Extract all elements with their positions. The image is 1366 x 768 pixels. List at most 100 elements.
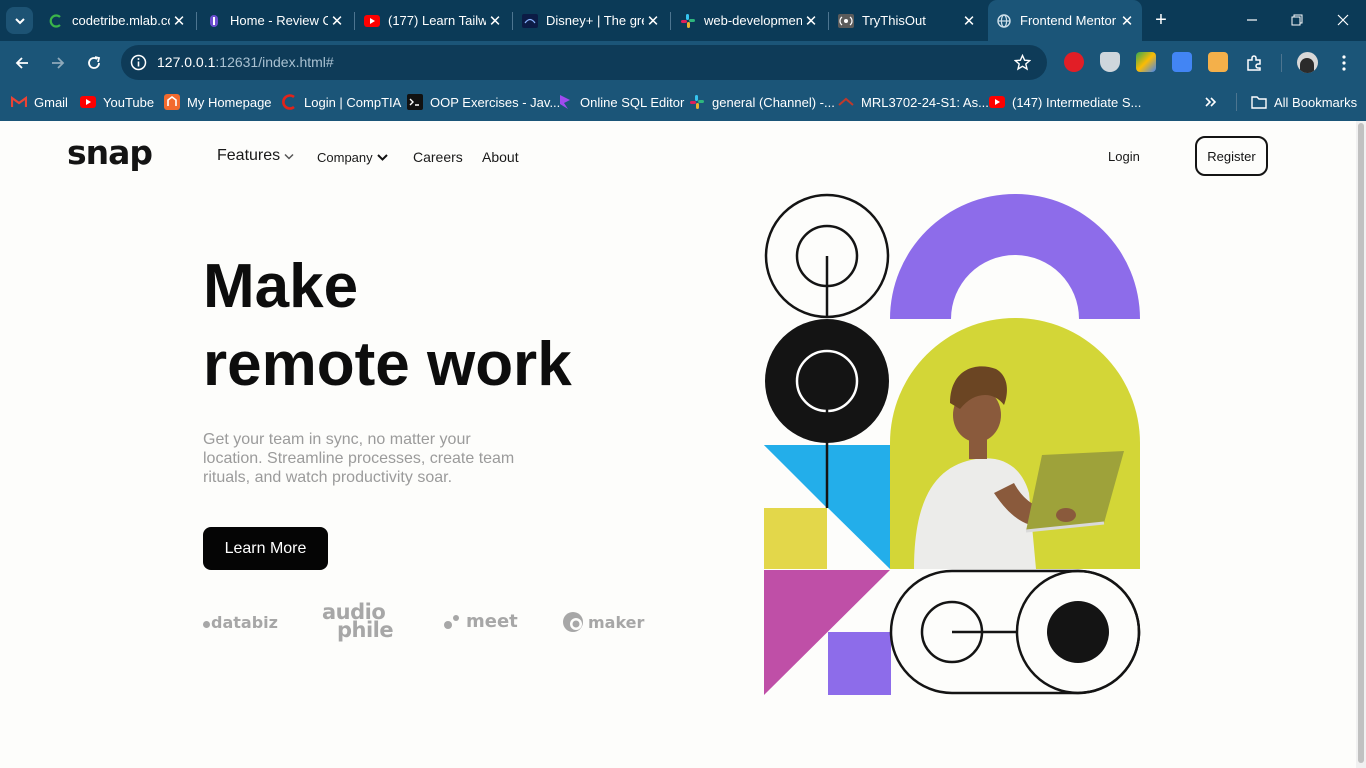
close-icon[interactable]: ✕ [170,12,188,30]
tab-learn-tailwind[interactable]: (177) Learn Tailwi ✕ [356,7,510,34]
nav-careers-label: Careers [413,149,463,165]
bookmark-label: All Bookmarks [1274,94,1358,110]
close-icon[interactable]: ✕ [486,12,504,30]
page-scrollbar[interactable] [1356,121,1366,768]
restore-button[interactable] [1285,8,1309,32]
close-window-button[interactable] [1331,8,1355,32]
bookmark-youtube[interactable]: YouTube [80,92,154,112]
tab-trythisout[interactable]: TryThisOut ✕ [830,7,984,34]
shield-extension-icon[interactable] [1100,52,1120,72]
comptia-icon [281,94,297,110]
bookmark-gmail[interactable]: Gmail [11,92,68,112]
hero-title: Make remote work [203,248,663,404]
close-icon[interactable]: ✕ [328,12,346,30]
bookmarks-divider [1236,93,1237,111]
broadcast-icon [838,13,854,29]
bookmark-label: My Homepage [187,94,272,110]
toolbox-extension-icon[interactable] [1208,52,1228,72]
bookmark-label: OOP Exercises - Jav... [430,94,561,110]
close-icon[interactable]: ✕ [644,12,662,30]
folder-icon [1251,94,1267,110]
bookmark-label: (147) Intermediate S... [1012,94,1142,110]
youtube-icon [989,94,1005,110]
tab-codetribe[interactable]: codetribe.mlab.co ✕ [40,7,194,34]
bookmark-label: MRL3702-24-S1: As... [861,94,989,110]
bookmark-label: YouTube [103,94,155,110]
tab-title: codetribe.mlab.co [72,13,170,28]
nav-careers[interactable]: Careers [413,149,463,165]
client-databiz-label: databiz [211,613,278,632]
avatar[interactable] [1297,52,1318,73]
browser-menu-button[interactable] [1331,50,1357,76]
site-info-icon[interactable] [130,54,147,71]
client-audiophile-line-2: phile [337,618,394,642]
review-icon [206,13,222,29]
bookmark-intermediate[interactable]: (147) Intermediate S... [989,92,1141,112]
login-link[interactable]: Login [1108,149,1140,164]
adblock-extension-icon[interactable] [1064,52,1084,72]
reload-button[interactable] [81,50,107,76]
site-logo[interactable]: snap [67,133,153,172]
client-logo-databiz: databiz [203,613,278,632]
bookmark-general-channel[interactable]: general (Channel) -... [689,92,835,112]
close-icon[interactable]: ✕ [1118,12,1136,30]
tab-title: TryThisOut [862,13,926,28]
nav-features-label: Features [217,147,281,164]
bookmarks-overflow-button[interactable] [1204,92,1218,112]
register-button[interactable]: Register [1195,136,1268,176]
all-bookmarks-button[interactable]: All Bookmarks [1251,92,1357,112]
nav-company-label: Company [317,150,373,165]
bookmark-mrl3702[interactable]: MRL3702-24-S1: As... [838,92,989,112]
address-bar[interactable]: 127.0.0.1:12631/index.html# [121,45,1047,80]
new-tab-button[interactable]: + [1150,9,1172,31]
bookmark-my-homepage[interactable]: My Homepage [164,92,272,112]
dot-icon [203,620,210,628]
back-button[interactable] [9,50,35,76]
client-maker-label: maker [588,612,645,632]
close-icon[interactable]: ✕ [802,12,820,30]
nav-features[interactable]: Features [217,147,294,165]
tab-review[interactable]: Home - Review Co ✕ [198,7,352,34]
bookmark-comptia[interactable]: Login | CompTIA [281,92,401,112]
tab-divider [828,12,829,30]
hero-title-line-1: Make [203,252,359,321]
person-with-laptop-photo [890,318,1140,569]
learn-more-button[interactable]: Learn More [203,527,328,570]
tab-disney[interactable]: Disney+ | The gre ✕ [514,7,668,34]
nav-company[interactable]: Company [317,150,388,165]
client-logo-maker: maker [562,611,644,633]
hero-illustration [764,193,1141,695]
restore-icon [1291,14,1303,26]
tab-frontend-mentor[interactable]: Frontend Mentor ✕ [988,0,1142,41]
youtube-icon [80,94,96,110]
gmail-icon [11,94,27,110]
tab-strip: codetribe.mlab.co ✕ Home - Review Co ✕ (… [0,0,1366,41]
nav-about[interactable]: About [482,149,519,165]
close-icon [1337,14,1349,26]
translate-extension-icon[interactable] [1172,52,1192,72]
tab-search-button[interactable] [6,7,33,34]
terminal-icon [407,94,423,110]
arrow-left-icon [15,57,28,69]
star-icon[interactable] [1014,54,1031,71]
bookmark-online-sql-editor[interactable]: Online SQL Editor [557,92,684,112]
minimize-button[interactable] [1240,8,1264,32]
scrollbar-thumb[interactable] [1358,123,1364,763]
meet-dots-icon [444,614,459,629]
bookmark-label: Online SQL Editor [580,94,685,110]
forward-button[interactable] [45,50,71,76]
tab-web-development[interactable]: web-developmen ✕ [672,7,826,34]
url-host: 127.0.0.1 [157,54,216,70]
hero-title-line-2: remote work [203,330,572,399]
bookmark-oop-exercises[interactable]: OOP Exercises - Jav... [407,92,560,112]
purple-square-shape [828,632,891,695]
close-icon[interactable]: ✕ [960,12,978,30]
bookmark-label: Gmail [34,94,68,110]
minimize-icon [1247,19,1257,21]
extensions-button[interactable] [1241,50,1267,76]
tab-title: Home - Review Co [230,13,328,28]
colorpick-extension-icon[interactable] [1136,52,1156,72]
sql-icon [557,94,573,110]
codetribe-icon [48,13,64,29]
slack-icon [680,13,696,29]
